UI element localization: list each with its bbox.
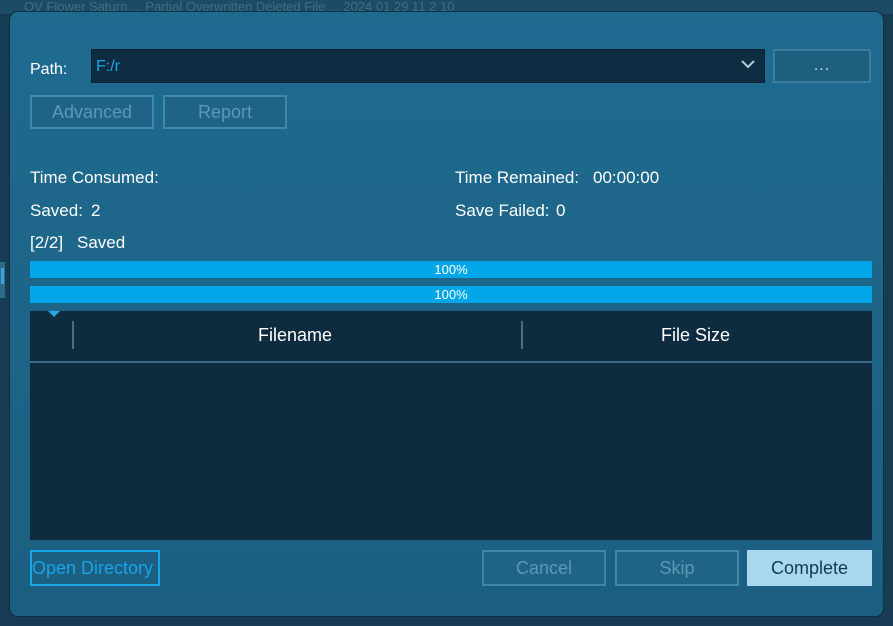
open-directory-button[interactable]: Open Directory [30,550,160,586]
time-remained-value: 00:00:00 [593,168,660,187]
chevron-down-icon [741,60,755,69]
browse-button[interactable]: ... [773,49,871,83]
file-table: Filename File Size [30,311,872,540]
table-header: Filename File Size [30,311,872,363]
progress-counter: [2/2] [30,233,64,252]
progress-bar-total: 100% [30,286,872,303]
column-divider[interactable] [72,321,74,349]
report-button[interactable]: Report [163,95,287,129]
path-select[interactable]: F:/r [91,49,765,83]
column-header-filesize[interactable]: File Size [661,325,730,346]
sort-indicator-icon [48,311,60,317]
time-remained-label: Time Remained: [455,168,580,187]
save-failed-label: Save Failed: [455,201,550,220]
complete-button[interactable]: Complete [747,550,872,586]
skip-button[interactable]: Skip [615,550,739,586]
save-failed-value: 0 [556,201,566,220]
saved-value: 2 [91,201,101,220]
left-edge-tab [0,262,5,298]
column-header-filename[interactable]: Filename [258,325,332,346]
saved-label: Saved: [30,201,83,220]
column-divider[interactable] [521,321,523,349]
path-value: F:/r [96,58,120,75]
progress-bar-current: 100% [30,261,872,278]
save-dialog: Path: F:/r ... Advanced Report Time Cons… [10,12,883,616]
left-edge-marker [1,268,4,284]
advanced-button[interactable]: Advanced [30,95,154,129]
cancel-button[interactable]: Cancel [482,550,606,586]
path-label: Path: [30,61,68,78]
time-consumed-label: Time Consumed: [30,168,159,187]
progress-status: Saved [77,233,126,252]
